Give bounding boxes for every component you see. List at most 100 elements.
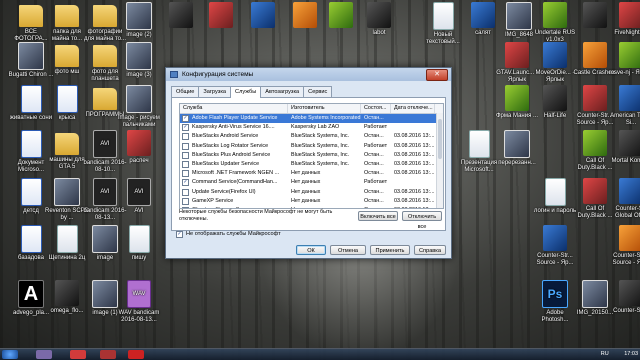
desktop-shortcut-label: AVI — [134, 208, 144, 214]
close-button[interactable]: ✕ — [426, 69, 448, 81]
ok-button[interactable]: ОК — [296, 245, 326, 255]
service-checkbox[interactable] — [182, 197, 189, 205]
service-cell: BlueStacks Android Service — [180, 132, 288, 141]
service-cell: BlueStacks Plus Android Service — [180, 151, 288, 160]
table-row[interactable]: BlueStacks Plus Android Service BlueStack… — [180, 151, 443, 160]
app-icon — [619, 280, 640, 306]
column-date-disabled[interactable]: Дата отключе... — [391, 104, 435, 113]
service-name: Microsoft .NET Framework NGEN ... — [192, 170, 280, 177]
desktop-shortcut[interactable] — [198, 2, 244, 30]
desktop-shortcut-label: Counter-Str Global Off... — [615, 206, 640, 219]
desktop-shortcut[interactable]: FiveNights... — [608, 2, 640, 37]
table-row[interactable]: BlueStacks Log Rotator Service BlueStack … — [180, 142, 443, 151]
service-checkbox[interactable] — [182, 170, 189, 178]
status-cell: Остан... — [364, 151, 384, 158]
service-checkbox[interactable]: ✓ — [182, 124, 189, 132]
hide-microsoft-label: Не отображать службы Майкрософт — [186, 231, 281, 237]
app-icon — [169, 2, 193, 28]
taskbar-app-opera-2[interactable] — [100, 350, 116, 359]
tab-tools[interactable]: Сервис — [303, 86, 333, 97]
vertical-scrollbar[interactable] — [436, 113, 443, 208]
disable-all-button[interactable]: Отключить все — [402, 211, 442, 230]
date-cell: 03.08.2016 13:... — [394, 188, 435, 195]
service-cell: ✓ Kaspersky Anti-Virus Service 16.... — [180, 123, 288, 132]
app-icon — [543, 2, 567, 28]
service-checkbox[interactable] — [182, 188, 189, 196]
column-service[interactable]: Служба — [180, 104, 288, 113]
desktop-shortcut-label: Counter-Str... — [613, 308, 640, 314]
app-icon — [127, 130, 151, 156]
table-row[interactable]: GameXP Service Нет данных Остан... 03.08.20… — [180, 197, 443, 206]
service-checkbox[interactable] — [182, 142, 189, 150]
table-row[interactable]: Update Service(Firefox Ul) Нет данных Оста… — [180, 188, 443, 197]
date-cell: 03.08.2016 13:... — [394, 151, 435, 158]
table-row[interactable]: ✓ Kaspersky Anti-Virus Service 16.... Kasp… — [180, 123, 443, 132]
desktop-shortcut-label: перерезанн... — [498, 160, 536, 166]
start-button[interactable] — [2, 350, 18, 359]
taskbar-app-3[interactable] — [128, 350, 144, 359]
desktop-shortcut[interactable]: image (3) — [116, 42, 162, 79]
service-checkbox[interactable] — [182, 151, 189, 159]
service-name: BlueStacks Log Rotator Service — [192, 142, 269, 149]
system-tray: RU 17:03 — [601, 349, 638, 360]
date-cell: 03.08.2016 13:... — [394, 170, 435, 177]
column-status[interactable]: Состоя... — [361, 104, 391, 113]
desktop-shortcut[interactable]: WAV WAV bandicam 2016-08-13... — [116, 280, 162, 324]
scrollbar-thumb[interactable] — [438, 119, 442, 159]
clock[interactable]: 17:03 — [624, 351, 638, 357]
msconfig-icon — [170, 71, 178, 78]
help-button[interactable]: Справка — [414, 245, 446, 255]
folder-icon — [93, 5, 117, 27]
table-row[interactable]: ✓ Adobe Flash Player Update Service Adobe … — [180, 114, 443, 124]
desktop-shortcut[interactable]: image (2) — [116, 2, 162, 39]
service-checkbox[interactable] — [182, 161, 189, 169]
app-icon — [293, 2, 317, 28]
hide-microsoft-checkbox[interactable]: ✓ — [176, 230, 183, 238]
hide-microsoft-services[interactable]: ✓ Не отображать службы Майкрософт — [176, 230, 281, 238]
table-row[interactable]: ✓ Command Service(CommandHan... Нет данных… — [180, 178, 443, 187]
service-checkbox[interactable]: ✓ — [182, 179, 189, 187]
desktop-shortcut[interactable]: перерезанн... — [494, 130, 540, 167]
desktop-shortcut[interactable]: распеч — [116, 130, 162, 165]
dialog-titlebar[interactable]: Конфигурация системы ✕ — [166, 68, 451, 81]
tab-general[interactable]: Общие — [171, 86, 200, 97]
image-icon — [126, 85, 152, 113]
service-checkbox[interactable]: ✓ — [182, 115, 189, 123]
desktop-shortcut[interactable]: American Truck Si... — [608, 85, 640, 127]
column-manufacturer[interactable]: Изготовитель — [288, 104, 361, 113]
service-name: BlueStacks Updater Service — [192, 160, 260, 167]
service-checkbox[interactable] — [182, 133, 189, 141]
desktop-shortcut[interactable] — [240, 2, 286, 30]
tab-boot[interactable]: Загрузка — [198, 86, 232, 97]
desktop-shortcut[interactable]: Counter-Str... Source - Яр... — [532, 225, 578, 267]
desktop-shortcut-label: пишу — [131, 255, 147, 261]
status-cell: Остан... — [364, 188, 384, 195]
desktop-shortcut[interactable]: AVI AVI — [116, 178, 162, 215]
enable-all-button[interactable]: Включить все — [358, 211, 398, 221]
table-row[interactable]: BlueStacks Android Service BlueStack Syst… — [180, 132, 443, 141]
desktop-shortcut-label: American Truck Si... — [610, 113, 640, 126]
app-icon — [505, 85, 529, 111]
tab-startup[interactable]: Автозагрузка — [260, 86, 305, 97]
tab-services[interactable]: Службы — [230, 86, 262, 98]
date-cell — [391, 178, 435, 187]
desktop-shortcut[interactable]: Counter-Str... Source - Яр... — [608, 225, 640, 267]
desktop-shortcut[interactable]: Mortal Kombat — [608, 130, 640, 165]
desktop-shortcut[interactable]: labot — [356, 2, 402, 37]
app-icon — [619, 225, 640, 251]
desktop-shortcut[interactable]: rosve-nj - Ярлык — [608, 42, 640, 77]
doc-icon — [128, 225, 150, 253]
desktop-shortcut[interactable]: image - рисуем пальчиками — [116, 85, 162, 129]
table-row[interactable]: Microsoft .NET Framework NGEN ... Нет дан… — [180, 169, 443, 178]
taskbar-app-explorer[interactable] — [36, 350, 52, 359]
image-icon — [126, 2, 152, 30]
manufacturer-cell: BlueStack Systems, Inc. — [291, 160, 350, 167]
cancel-button[interactable]: Отмена — [330, 245, 366, 255]
table-row[interactable]: BlueStacks Updater Service BlueStack Syst… — [180, 160, 443, 169]
language-indicator[interactable]: RU — [601, 351, 609, 357]
taskbar-app-opera[interactable] — [70, 350, 86, 359]
desktop-shortcut[interactable]: Counter-Str... — [608, 280, 640, 315]
desktop-shortcut[interactable]: Counter-Str Global Off... — [608, 178, 640, 220]
apply-button[interactable]: Применить — [370, 245, 410, 255]
desktop-shortcut[interactable]: пишу — [116, 225, 162, 262]
